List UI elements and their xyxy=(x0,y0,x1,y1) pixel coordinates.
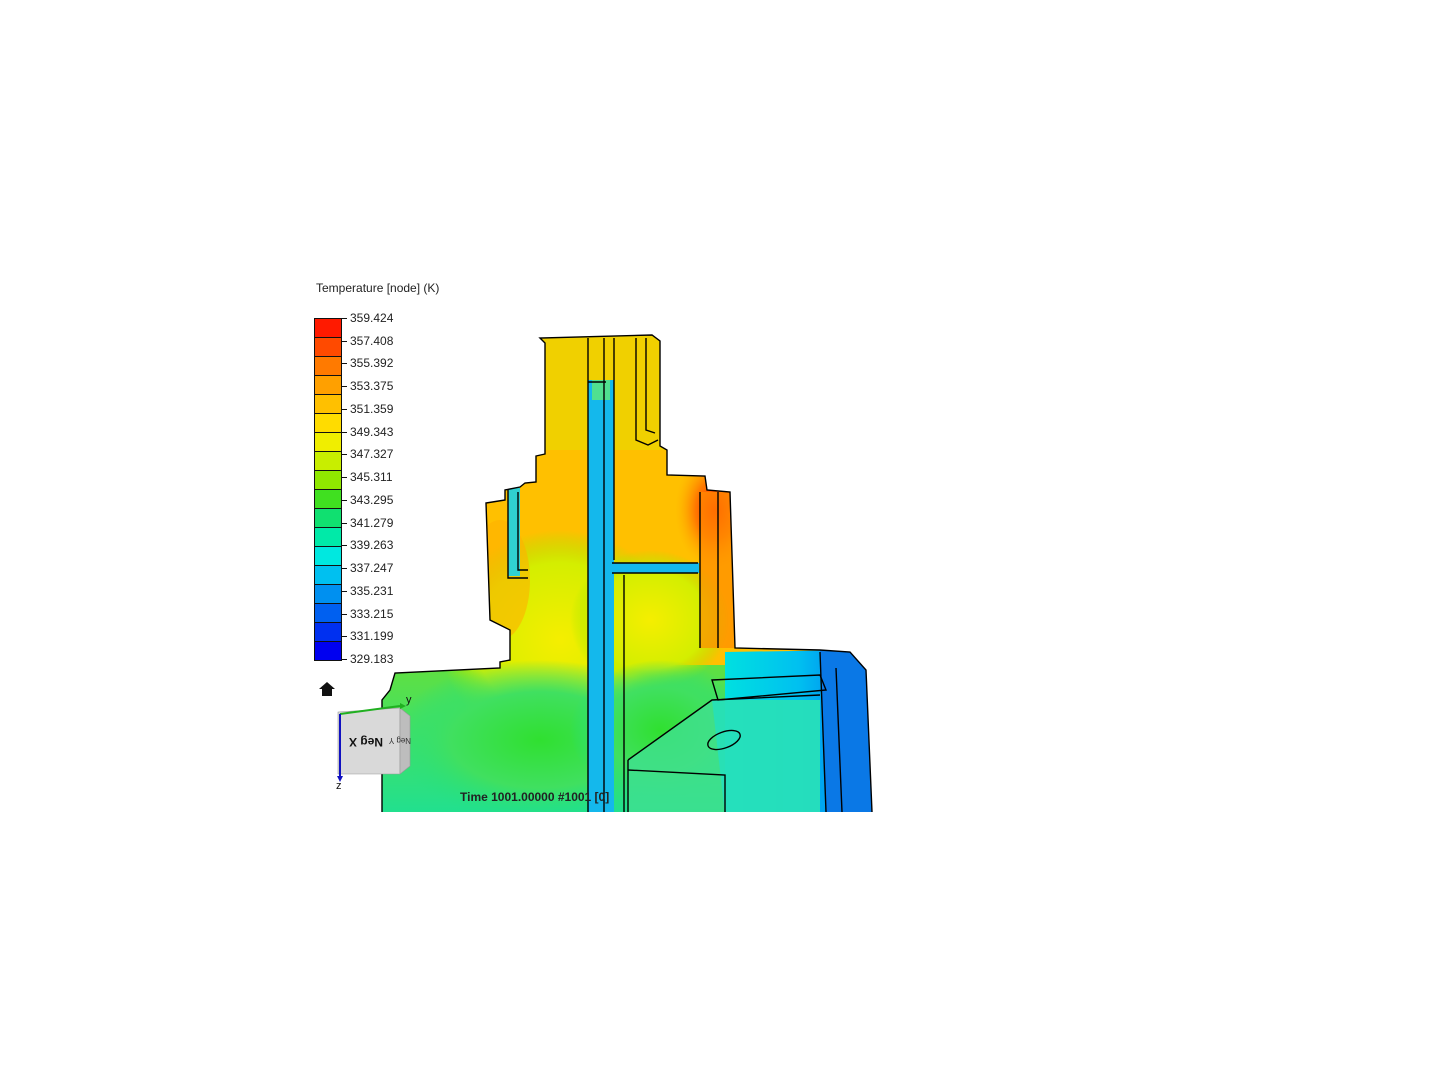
legend-swatch xyxy=(314,375,342,395)
legend-swatch xyxy=(314,565,342,585)
time-label: Time 1001.00000 #1001 [0] xyxy=(460,790,610,804)
legend-tick xyxy=(342,318,347,319)
legend-tick xyxy=(342,408,347,410)
legend-tick xyxy=(342,522,347,524)
legend-tick xyxy=(342,590,347,592)
legend-title: Temperature [node] (K) xyxy=(316,281,440,295)
legend-tick xyxy=(342,477,347,479)
legend-tick xyxy=(342,363,347,365)
legend-label: 347.327 xyxy=(350,447,394,462)
legend-tick xyxy=(342,499,347,501)
legend-swatch xyxy=(314,584,342,604)
legend-swatch xyxy=(314,527,342,547)
legend-tick xyxy=(342,636,347,638)
legend-label: 331.199 xyxy=(350,629,394,644)
legend-swatch xyxy=(314,622,342,642)
legend-label: 343.295 xyxy=(350,492,394,507)
temperature-contour-model[interactable] xyxy=(0,0,1440,1080)
triad-y-label: y xyxy=(406,694,412,706)
triad-cube-label: Neg X xyxy=(349,735,383,749)
legend-label: 349.343 xyxy=(350,424,394,439)
legend-swatch xyxy=(314,356,342,376)
simulation-viewport[interactable]: Temperature [node] (K) 359.424 357.408 355… xyxy=(0,0,1440,1080)
legend-swatch xyxy=(314,603,342,623)
legend-tick xyxy=(342,545,347,547)
legend-swatch xyxy=(314,470,342,490)
legend-tick xyxy=(342,658,347,660)
legend-label: 359.424 xyxy=(350,311,394,325)
legend-swatch xyxy=(314,432,342,452)
legend-swatch xyxy=(314,413,342,433)
legend-label: 353.375 xyxy=(350,379,394,394)
orientation-triad[interactable]: Neg X Neg Y y z xyxy=(330,690,420,790)
triad-z-label: z xyxy=(336,780,342,790)
legend-label: 329.183 xyxy=(350,651,394,666)
legend-swatch xyxy=(314,508,342,528)
legend-tick xyxy=(342,340,347,342)
legend-label: 341.279 xyxy=(350,515,394,530)
legend-tick xyxy=(342,431,347,433)
legend-swatch xyxy=(314,641,342,661)
legend-label: 337.247 xyxy=(350,561,394,576)
legend-swatch xyxy=(314,394,342,414)
legend-swatch xyxy=(314,318,342,338)
legend-label: 345.311 xyxy=(350,470,393,485)
legend-label: 333.215 xyxy=(350,606,394,621)
legend-swatch xyxy=(314,451,342,471)
legend-swatch xyxy=(314,489,342,509)
legend-tick xyxy=(342,454,347,456)
legend-tick xyxy=(342,613,347,615)
legend-tick xyxy=(342,568,347,570)
legend-swatch xyxy=(314,337,342,357)
legend-tick xyxy=(342,386,347,388)
legend-swatch xyxy=(314,546,342,566)
legend-label: 351.359 xyxy=(350,401,394,416)
triad-side-label: Neg Y xyxy=(388,736,411,745)
legend-label: 355.392 xyxy=(350,356,394,371)
legend-label: 339.263 xyxy=(350,538,394,553)
legend-label: 357.408 xyxy=(350,333,394,348)
legend-label: 335.231 xyxy=(350,583,394,598)
